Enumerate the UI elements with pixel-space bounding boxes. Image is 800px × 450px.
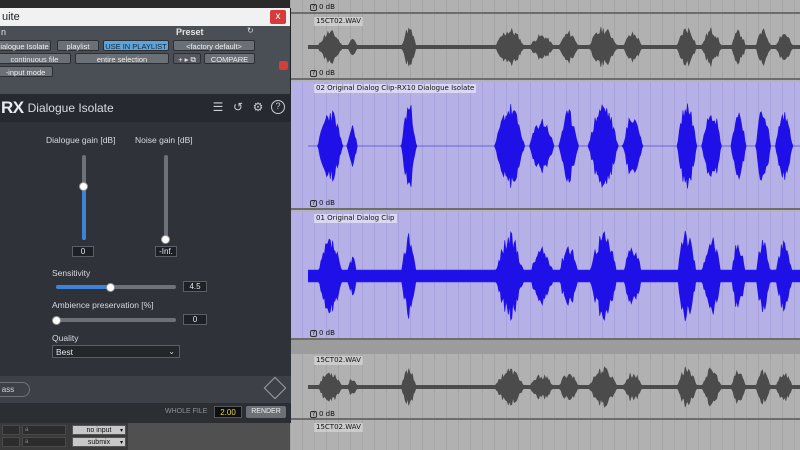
noise-gain-label: Noise gain [dB] xyxy=(135,135,193,145)
audiosuite-plugin-window[interactable]: uite x n Preset ↻ ialogue Isolate playli… xyxy=(0,8,291,423)
bypass-button[interactable]: ass xyxy=(0,382,30,397)
audio-track[interactable]: ? 0 dB xyxy=(290,0,800,14)
audio-track-processed[interactable]: 02 Original Dialog Clip-RX10 Dialogue Is… xyxy=(290,82,800,210)
input-selector[interactable]: no input ▾ xyxy=(72,425,126,435)
controls-panel: Dialogue gain [dB] 0 Noise gain [dB] -In… xyxy=(0,122,291,376)
dialogue-gain-fill xyxy=(82,186,86,240)
whole-file-label: WHOLE FILE xyxy=(165,408,208,415)
ambience-label: Ambience preservation [%] xyxy=(52,300,154,310)
mixer-cell[interactable]: a xyxy=(22,437,66,447)
output-selector[interactable]: submix ▾ xyxy=(72,437,126,447)
quality-dropdown[interactable]: Best ⌄ xyxy=(52,345,180,358)
clip-name: 15CT02.WAV xyxy=(314,423,363,432)
sensitivity-fill xyxy=(56,285,110,289)
help-icon[interactable]: ? xyxy=(271,100,285,114)
list-icon[interactable]: ☰ xyxy=(211,100,225,114)
mixer-io-strip: a a no input ▾ submix ▾ xyxy=(0,423,290,450)
use-in-playlist-button[interactable]: USE IN PLAYLIST xyxy=(103,40,169,51)
dialogue-gain-label: Dialogue gain [dB] xyxy=(46,135,116,145)
noise-gain-value[interactable]: -Inf. xyxy=(155,246,177,257)
audio-track[interactable]: 15CT02.WAV xyxy=(290,420,800,450)
track-gain-label: ? 0 dB xyxy=(310,199,335,207)
clip-name: 02 Original Dialog Clip-RX10 Dialogue Is… xyxy=(314,84,477,93)
playlist-button[interactable]: playlist xyxy=(57,40,99,51)
waveform xyxy=(308,103,800,189)
preset-heading: Preset xyxy=(176,27,204,37)
noise-gain-slider[interactable] xyxy=(164,155,168,240)
chevron-down-icon: ⌄ xyxy=(168,347,175,356)
dialogue-gain-value[interactable]: 0 xyxy=(72,246,94,257)
whole-file-handle-value[interactable]: 2.00 xyxy=(214,406,242,418)
input-mode-dropdown[interactable]: -input mode xyxy=(0,66,53,77)
track-gain-label: ? 0 dB xyxy=(310,3,335,11)
quality-selected: Best xyxy=(56,347,74,357)
rx-header: RX Dialogue Isolate ☰ ↺ ⚙ ? xyxy=(0,94,291,122)
waveform xyxy=(308,230,800,322)
render-bar: WHOLE FILE 2.00 RENDER xyxy=(0,403,291,423)
refresh-icon[interactable]: ↻ xyxy=(247,26,254,35)
selection-mode-dropdown[interactable]: entire selection xyxy=(75,53,169,64)
track-gain-label: ? 0 dB xyxy=(310,410,335,418)
ambience-slider[interactable] xyxy=(56,318,176,322)
sensitivity-handle[interactable] xyxy=(106,283,115,292)
window-title: uite xyxy=(2,11,20,23)
plugin-select-button[interactable]: ialogue Isolate xyxy=(0,40,51,51)
plugin-titlebar[interactable]: uite x xyxy=(0,8,290,26)
audio-track[interactable]: 15CT02.WAV ? 0 dB xyxy=(290,354,800,420)
noise-gain-handle[interactable] xyxy=(161,235,170,244)
preset-nav-buttons[interactable]: + ▸ ⧉ xyxy=(173,53,201,64)
dialogue-gain-handle[interactable] xyxy=(79,182,88,192)
history-icon[interactable]: ↺ xyxy=(231,100,245,114)
clip-name: 01 Original Dialog Clip xyxy=(314,214,397,223)
waveform xyxy=(308,366,800,408)
audio-track-original[interactable]: 01 Original Dialog Clip ? 0 dB xyxy=(290,212,800,340)
izotope-icon xyxy=(263,376,287,400)
plugin-header: n Preset ↻ ialogue Isolate playlist USE … xyxy=(0,26,290,94)
timeline-area[interactable]: ? 0 dB 15CT02.WAV ? 0 dB 02 Original Dialo… xyxy=(290,0,800,450)
gear-icon[interactable]: ⚙ xyxy=(251,100,265,114)
audio-track[interactable]: 15CT02.WAV ? 0 dB xyxy=(290,14,800,80)
preset-dropdown[interactable]: <factory default> xyxy=(173,40,255,51)
ambience-handle[interactable] xyxy=(52,316,61,325)
header-label: n xyxy=(1,27,7,37)
track-gain-label: ? 0 dB xyxy=(310,69,335,77)
processing-mode-dropdown[interactable]: continuous file xyxy=(0,53,71,64)
plugin-footer: ass xyxy=(0,376,291,403)
mixer-cell[interactable]: a xyxy=(22,425,66,435)
close-icon[interactable]: x xyxy=(270,10,286,24)
record-icon[interactable] xyxy=(279,61,288,70)
track-gain-label: ? 0 dB xyxy=(310,329,335,337)
render-button[interactable]: RENDER xyxy=(246,406,286,418)
mixer-cell[interactable] xyxy=(2,437,20,447)
mixer-blank-area xyxy=(128,423,290,450)
waveform xyxy=(308,26,800,68)
plugin-name: Dialogue Isolate xyxy=(27,101,114,115)
compare-button[interactable]: COMPARE xyxy=(204,53,255,64)
ambience-value[interactable]: 0 xyxy=(183,314,207,325)
sensitivity-label: Sensitivity xyxy=(52,268,91,278)
mixer-cell[interactable] xyxy=(2,425,20,435)
sensitivity-value[interactable]: 4.5 xyxy=(183,281,207,292)
quality-label: Quality xyxy=(52,333,79,343)
rx-logo: RX xyxy=(1,98,24,117)
app-window: { "plugin": { "window_title": "uite", "c… xyxy=(0,0,800,450)
